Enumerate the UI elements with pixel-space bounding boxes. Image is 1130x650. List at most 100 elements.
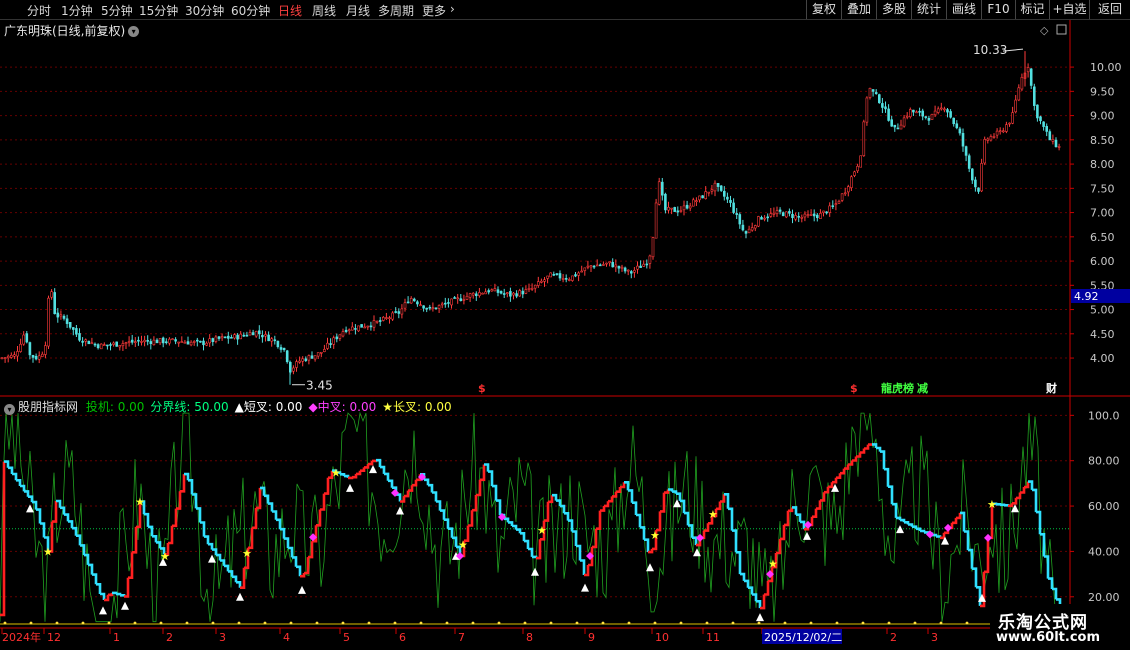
candle-body [96, 344, 100, 349]
candle-body [685, 204, 689, 209]
candle-body [307, 355, 311, 361]
candle-body [905, 115, 909, 118]
candle-body [877, 94, 881, 104]
candle-body [943, 108, 946, 111]
candle-body [713, 182, 717, 192]
candle-body [881, 103, 884, 108]
candle-body [502, 293, 506, 295]
candle-body [22, 334, 26, 345]
candle-body [633, 270, 636, 273]
candle-body [242, 334, 246, 337]
event-marker-3: 减 [917, 381, 928, 395]
candle-body [874, 92, 878, 95]
indicator-step [120, 593, 126, 597]
candle-body [261, 335, 264, 338]
candle-body [698, 195, 701, 201]
candle-body [447, 302, 450, 304]
candle-body [450, 298, 453, 306]
baseline-dot [939, 621, 943, 625]
candle-body [896, 127, 900, 130]
candle-body [766, 216, 770, 219]
candle-body [760, 217, 763, 220]
candle-body [1039, 116, 1042, 122]
candle-body [134, 341, 137, 343]
candle-body [109, 344, 112, 346]
candle-body [902, 117, 906, 127]
indicator-step [936, 535, 942, 538]
indicator-legend-1: 分界线: 50.00 [150, 400, 229, 414]
candle-body [775, 210, 779, 214]
candle-body [977, 187, 980, 192]
candle-body [806, 214, 810, 217]
candle-body [75, 328, 78, 335]
candle-body [955, 123, 959, 129]
candle-body [385, 317, 388, 319]
candle-body [732, 202, 735, 213]
candle-body [34, 355, 38, 360]
candle-body [285, 350, 289, 363]
candle-body [865, 97, 869, 123]
candle-body [673, 207, 677, 212]
candle-body [930, 114, 934, 120]
candle-body [0, 357, 4, 360]
chevron-down-icon[interactable]: ▾ [4, 404, 15, 415]
baseline-dot [471, 621, 475, 625]
candle-body [527, 288, 531, 290]
baseline-dot [731, 621, 735, 625]
candle-body [1011, 112, 1014, 124]
date-label: 1 [113, 631, 120, 644]
candle-body [72, 327, 75, 330]
price-tick-label: 8.00 [1090, 158, 1115, 171]
candle-body [298, 360, 301, 363]
candle-body [924, 116, 928, 118]
candle-body [40, 353, 44, 357]
candle-body [738, 214, 742, 225]
high-price-label: 10.33 [973, 43, 1007, 57]
candle-body [583, 267, 587, 271]
candle-body [592, 265, 596, 268]
candle-body [853, 171, 856, 176]
candle-body [645, 263, 649, 266]
baseline-dot [263, 621, 267, 625]
candle-body [350, 326, 354, 331]
candle-body [465, 295, 469, 300]
candle-body [552, 274, 556, 276]
chevron-down-icon[interactable]: ▾ [128, 26, 140, 37]
candle-body [564, 278, 568, 280]
candle-body [1033, 86, 1036, 106]
candle-body [791, 213, 794, 219]
candle-body [192, 341, 196, 343]
price-tick-label: 10.00 [1090, 61, 1122, 74]
chart-canvas[interactable]: 10.009.509.008.508.007.507.006.506.005.5… [0, 0, 1130, 650]
stock-chart-app: 分时 1分钟 5分钟 15分钟 30分钟 60分钟 日线 周线 月线 多周期 更多 › 复权 叠加 多股 统计… [0, 0, 1130, 650]
candle-body [369, 325, 373, 328]
baseline-dot [81, 621, 85, 625]
baseline-dot [887, 621, 891, 625]
candle-body [236, 334, 239, 340]
baseline-dot [575, 621, 579, 625]
date-label: 2 [166, 631, 173, 644]
candle-body [471, 292, 475, 296]
candle-body [499, 291, 503, 294]
candle-body [850, 176, 853, 188]
baseline-dot [627, 621, 631, 625]
candle-body [815, 214, 819, 219]
baseline-dot [3, 621, 7, 625]
candle-body [220, 336, 224, 339]
candle-body [388, 317, 391, 320]
low-price-label: 3.45 [306, 379, 333, 393]
candle-body [84, 339, 87, 342]
candle-body [165, 341, 168, 344]
candle-body [347, 329, 351, 332]
candle-body [657, 181, 661, 205]
candle-body [419, 304, 422, 307]
candle-body [412, 298, 416, 302]
candle-body [580, 270, 584, 273]
candle-body [366, 325, 370, 328]
candle-body [505, 292, 509, 294]
price-tick-label: 4.00 [1090, 352, 1115, 365]
candle-body [567, 279, 571, 281]
candle-body [617, 265, 621, 269]
date-label: 4 [283, 631, 290, 644]
candle-body [248, 332, 252, 336]
